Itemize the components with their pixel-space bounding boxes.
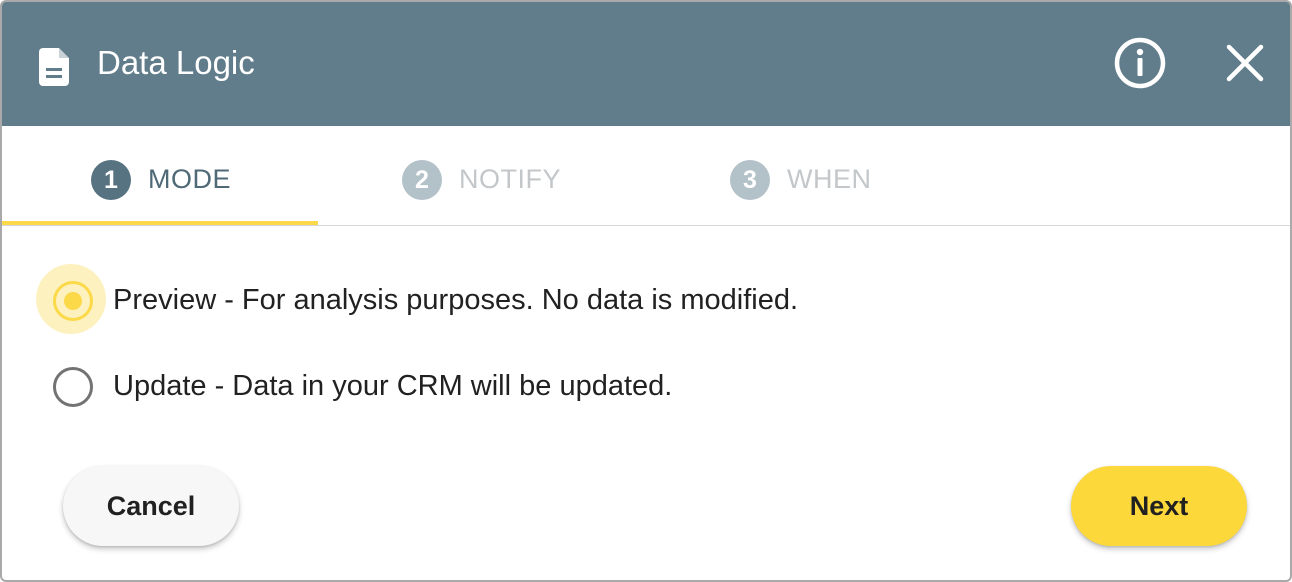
- tab-mode[interactable]: 1 MODE: [2, 126, 318, 226]
- radio-preview[interactable]: [53, 281, 93, 321]
- option-label: Preview - For analysis purposes. No data…: [113, 284, 799, 316]
- step-number: 3: [730, 160, 770, 200]
- mode-option-preview[interactable]: Preview - For analysis purposes. No data…: [2, 264, 1002, 334]
- radio-update[interactable]: [53, 367, 93, 407]
- step-number: 2: [402, 160, 442, 200]
- radio-selected-dot: [64, 292, 82, 310]
- step-label: WHEN: [787, 164, 872, 194]
- data-logic-dialog: Data Logic 1 MODE 2 NOTIFY 3 WHEN Previe…: [0, 0, 1292, 582]
- next-button[interactable]: Next: [1071, 466, 1247, 546]
- mode-option-update[interactable]: Update - Data in your CRM will be update…: [2, 356, 1002, 416]
- step-number: 1: [91, 160, 131, 200]
- tab-notify[interactable]: 2 NOTIFY: [318, 126, 648, 226]
- tab-when[interactable]: 3 WHEN: [648, 126, 978, 226]
- step-label: NOTIFY: [459, 164, 561, 194]
- active-tab-indicator: [2, 221, 318, 225]
- dialog-header: Data Logic: [2, 2, 1290, 126]
- cancel-button[interactable]: Cancel: [63, 466, 239, 546]
- document-icon: [39, 48, 69, 86]
- dialog-title: Data Logic: [97, 44, 255, 81]
- option-label: Update - Data in your CRM will be update…: [113, 370, 673, 402]
- info-icon[interactable]: [1113, 36, 1167, 90]
- step-label: MODE: [148, 164, 231, 194]
- close-icon[interactable]: [1222, 40, 1268, 86]
- step-tabs: 1 MODE 2 NOTIFY 3 WHEN: [2, 126, 1290, 226]
